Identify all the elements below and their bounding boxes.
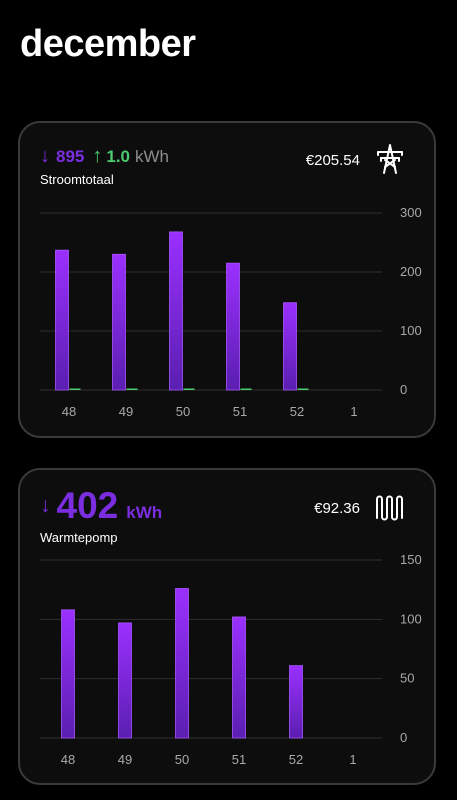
y-tick-label: 50 bbox=[400, 671, 414, 686]
x-tick-label: 49 bbox=[119, 404, 133, 419]
import-bar[interactable] bbox=[118, 622, 132, 739]
export-bar[interactable] bbox=[183, 388, 195, 391]
electricity-total-card[interactable]: ↓ 895 ↑ 1.0 kWh Stroomtotaal €205.54 0 10… bbox=[18, 121, 436, 438]
x-tick-label: 50 bbox=[176, 404, 190, 419]
x-tick-label: 1 bbox=[349, 752, 356, 767]
y-tick-label: 100 bbox=[400, 323, 422, 338]
y-tick-label: 0 bbox=[400, 730, 407, 745]
import-bar[interactable] bbox=[226, 262, 240, 391]
x-tick-label: 52 bbox=[289, 752, 303, 767]
export-bar[interactable] bbox=[69, 388, 81, 391]
x-tick-label: 51 bbox=[233, 404, 247, 419]
x-tick-label: 48 bbox=[62, 404, 76, 419]
y-tick-label: 100 bbox=[400, 611, 422, 626]
x-tick-label: 49 bbox=[118, 752, 132, 767]
x-tick-label: 1 bbox=[350, 404, 357, 419]
export-bar[interactable] bbox=[297, 388, 309, 391]
heat-pump-card[interactable]: ↓ 402 kWh Warmtepomp €92.36 0 50 100 150 48 4… bbox=[18, 468, 436, 785]
import-bar[interactable] bbox=[61, 609, 75, 739]
weekly-heat-pump-chart: 0 50 100 150 48 49 50 51 52 1 bbox=[40, 552, 422, 767]
export-bar[interactable] bbox=[126, 388, 138, 391]
weekly-electricity-chart: 0 100 200 300 48 49 50 51 52 1 bbox=[40, 205, 422, 419]
y-tick-label: 200 bbox=[400, 264, 422, 279]
y-tick-label: 150 bbox=[400, 552, 422, 567]
import-bar[interactable] bbox=[232, 616, 246, 739]
x-tick-label: 51 bbox=[232, 752, 246, 767]
import-bar[interactable] bbox=[289, 665, 303, 739]
import-bar[interactable] bbox=[283, 302, 297, 391]
export-bar[interactable] bbox=[240, 388, 252, 391]
page-title: december bbox=[20, 23, 196, 65]
import-bar[interactable] bbox=[55, 249, 69, 391]
x-tick-label: 50 bbox=[175, 752, 189, 767]
y-tick-label: 300 bbox=[400, 205, 422, 220]
y-tick-label: 0 bbox=[400, 382, 407, 397]
import-bar[interactable] bbox=[169, 231, 183, 391]
import-bar[interactable] bbox=[175, 588, 189, 739]
import-bar[interactable] bbox=[112, 253, 126, 391]
x-tick-label: 52 bbox=[290, 404, 304, 419]
x-tick-label: 48 bbox=[61, 752, 75, 767]
